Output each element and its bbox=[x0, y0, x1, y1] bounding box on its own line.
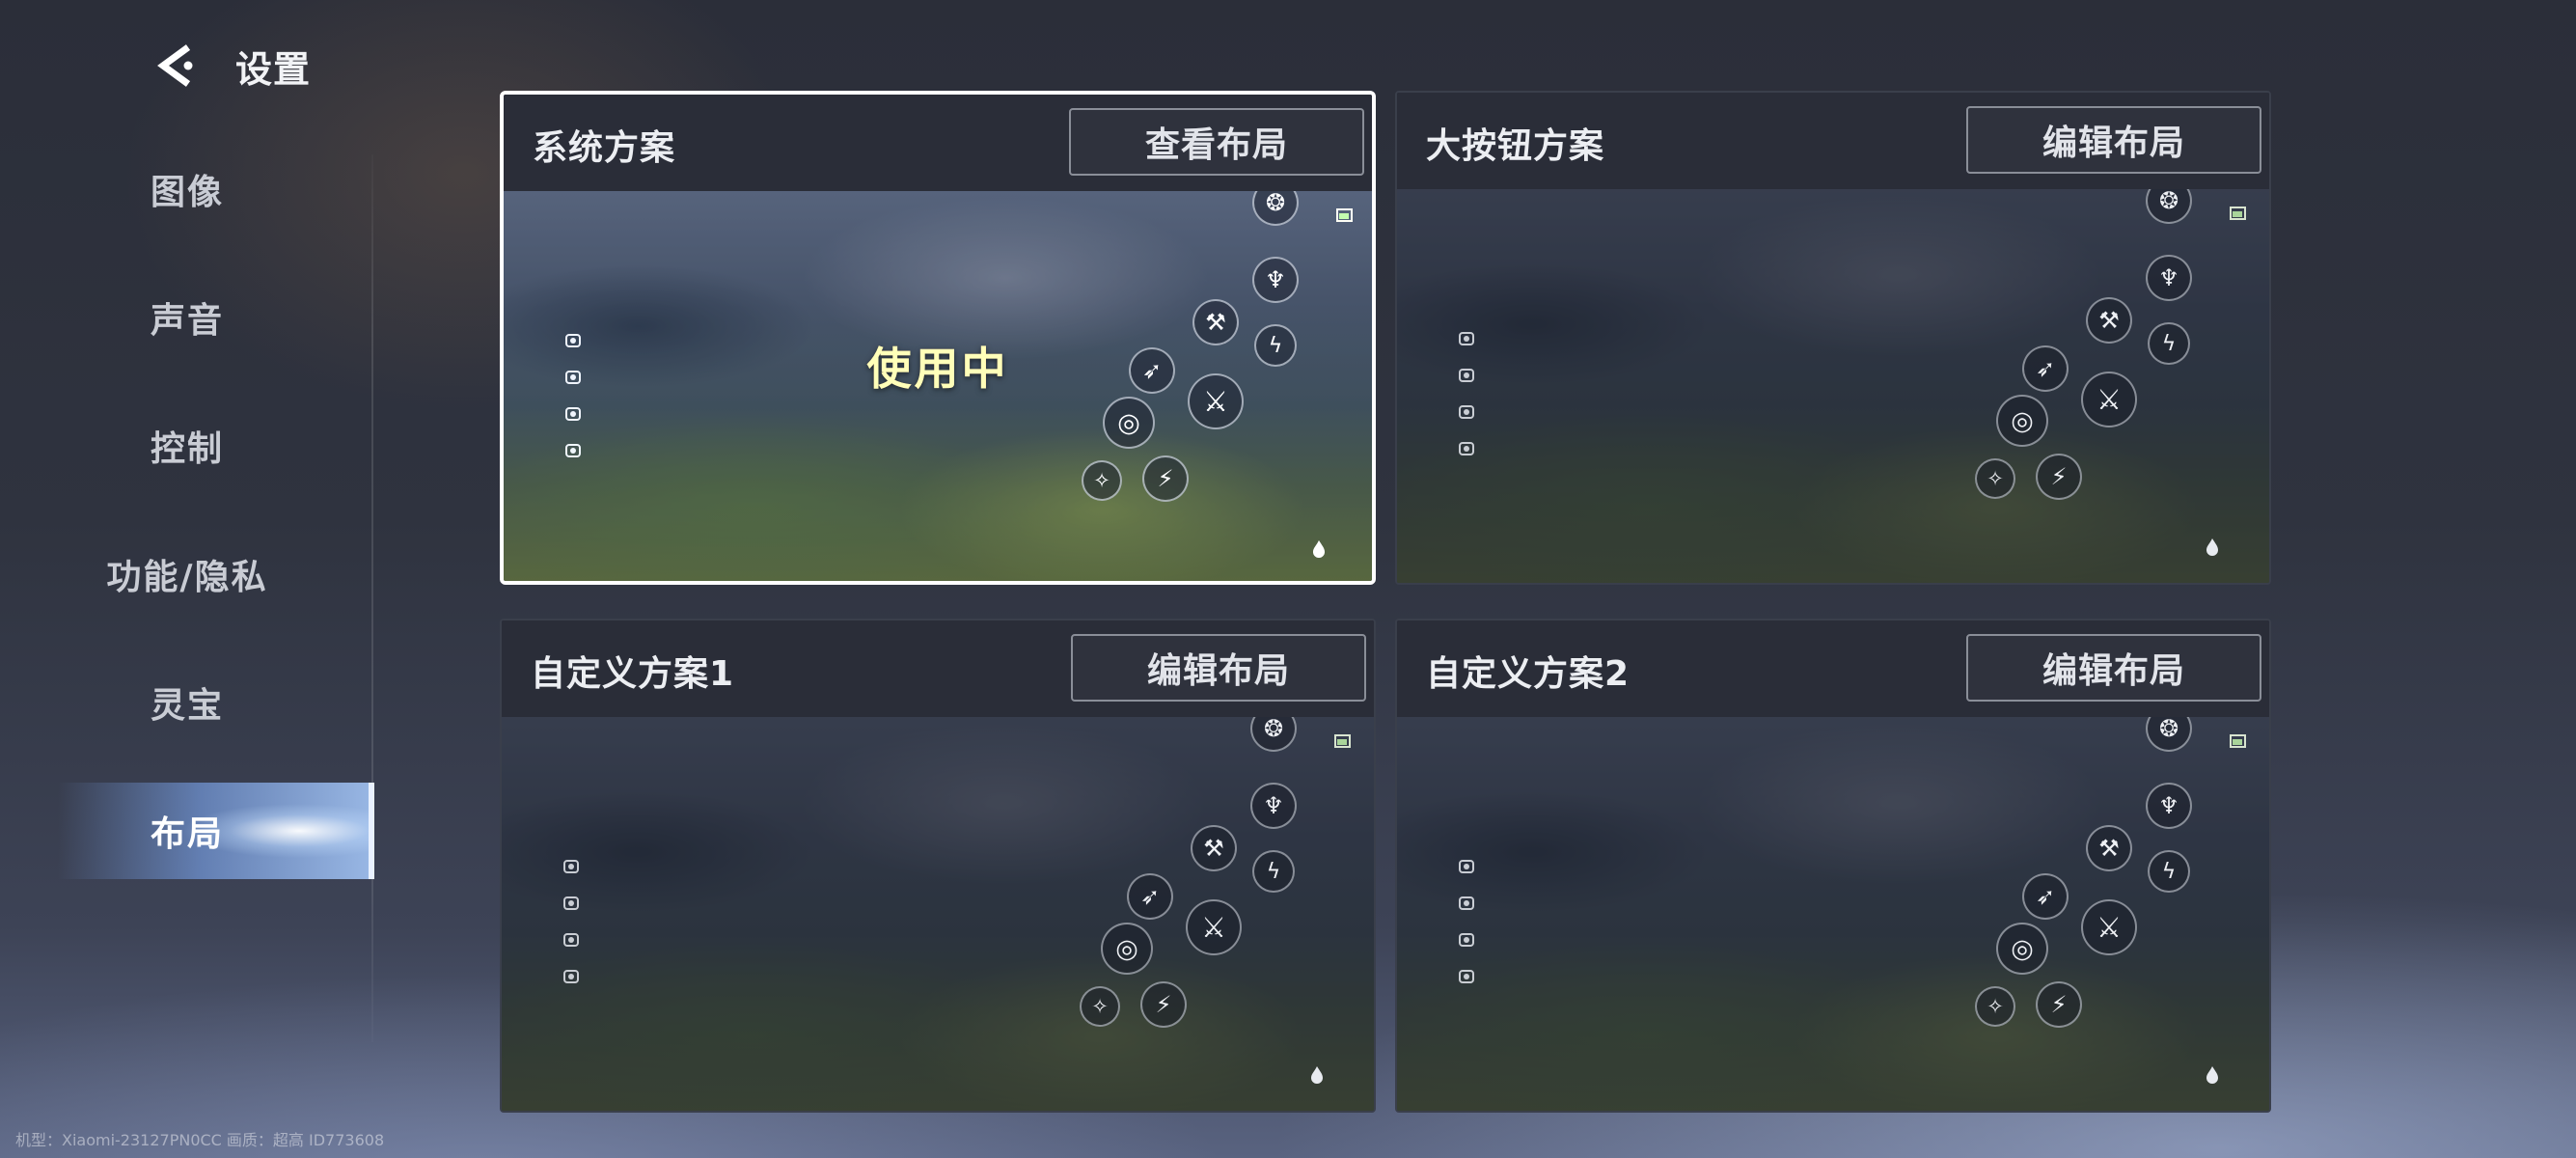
ring-skill-icon: ◎ bbox=[1996, 395, 2048, 447]
pencil-icon bbox=[1457, 329, 1476, 348]
sidebar-item-lingbao[interactable]: 灵宝 bbox=[0, 656, 374, 749]
device-info: 机型：Xiaomi-23127PN0CC 画质：超高 ID773608 bbox=[15, 1131, 385, 1149]
edit-layout-button[interactable]: 编辑布局 bbox=[1966, 106, 2261, 174]
camera-icon bbox=[562, 967, 581, 986]
sidebar-item-label: 灵宝 bbox=[150, 686, 224, 726]
sidebar-item-label: 布局 bbox=[150, 814, 224, 854]
bag-icon bbox=[1457, 930, 1476, 950]
dash-skill-icon: ϟ bbox=[2148, 322, 2190, 365]
wings-skill-icon: ✧ bbox=[1082, 460, 1122, 501]
trident-skill-icon: ♆ bbox=[1250, 783, 1297, 829]
trident-skill-icon: ♆ bbox=[2146, 255, 2192, 301]
sidebar-item-label: 控制 bbox=[150, 429, 224, 469]
layout-preview: ❂ ♆ ⚒ ϟ ➶ ⚔ ◎ ✧ ⚡ bbox=[1397, 717, 2269, 1111]
ring-skill-icon: ◎ bbox=[1996, 923, 2048, 975]
eye-icon bbox=[562, 894, 581, 913]
kick-skill-icon: ⚡ bbox=[1140, 981, 1187, 1028]
hammer-skill-icon: ⚒ bbox=[2086, 825, 2132, 871]
eye-icon bbox=[1457, 894, 1476, 913]
camera-icon bbox=[1457, 967, 1476, 986]
card-title: 系统方案 bbox=[533, 128, 676, 168]
sidebar-item-control[interactable]: 控制 bbox=[0, 400, 374, 492]
flame-icon bbox=[1306, 1064, 1328, 1086]
card-header: 系统方案 查看布局 bbox=[504, 95, 1372, 191]
arrow-skill-icon: ➶ bbox=[1127, 873, 1173, 920]
kick-skill-icon: ⚡ bbox=[2036, 981, 2082, 1028]
dash-skill-icon: ϟ bbox=[1252, 850, 1295, 893]
layout-card-custom-2[interactable]: 自定义方案2 编辑布局 ❂ ♆ ⚒ ϟ ➶ ⚔ ◎ ✧ ⚡ bbox=[1395, 619, 2271, 1113]
camera-icon bbox=[1457, 439, 1476, 458]
battery-icon bbox=[2229, 732, 2248, 750]
swirl-skill-icon: ❂ bbox=[2146, 717, 2192, 752]
sword-skill-icon: ⚔ bbox=[1186, 899, 1242, 955]
battery-icon bbox=[2229, 205, 2248, 222]
sidebar-item-sound[interactable]: 声音 bbox=[0, 271, 374, 364]
hammer-skill-icon: ⚒ bbox=[1191, 825, 1237, 871]
back-arrow-icon bbox=[157, 44, 193, 87]
layout-card-system[interactable]: 系统方案 查看布局 使用中 ❂ ♆ ⚒ ϟ ➶ ⚔ ◎ ✧ ⚡ bbox=[500, 91, 1376, 585]
header: 设置 bbox=[152, 37, 311, 95]
layout-preview: ❂ ♆ ⚒ ϟ ➶ ⚔ ◎ ✧ ⚡ bbox=[502, 717, 1374, 1111]
swirl-skill-icon: ❂ bbox=[1250, 717, 1297, 752]
kick-skill-icon: ⚡ bbox=[2036, 454, 2082, 500]
wings-skill-icon: ✧ bbox=[1080, 986, 1120, 1027]
ring-skill-icon: ◎ bbox=[1103, 397, 1155, 449]
ring-skill-icon: ◎ bbox=[1101, 923, 1153, 975]
trident-skill-icon: ♆ bbox=[2146, 783, 2192, 829]
view-layout-button[interactable]: 查看布局 bbox=[1069, 108, 1364, 176]
pencil-icon bbox=[1457, 857, 1476, 876]
arrow-skill-icon: ➶ bbox=[2022, 873, 2069, 920]
card-header: 自定义方案2 编辑布局 bbox=[1397, 620, 2269, 717]
hammer-skill-icon: ⚒ bbox=[2086, 297, 2132, 344]
sidebar-item-layout[interactable]: 布局 bbox=[0, 783, 374, 879]
page-title: 设置 bbox=[235, 47, 312, 91]
flame-icon bbox=[2202, 537, 2223, 558]
layout-preview: 使用中 ❂ ♆ ⚒ ϟ ➶ ⚔ ◎ ✧ ⚡ bbox=[504, 191, 1372, 581]
card-header: 大按钮方案 编辑布局 bbox=[1397, 93, 2269, 189]
edit-layout-button[interactable]: 编辑布局 bbox=[1966, 634, 2261, 702]
edit-layout-button[interactable]: 编辑布局 bbox=[1071, 634, 1366, 702]
eye-icon bbox=[1457, 366, 1476, 385]
sword-skill-icon: ⚔ bbox=[2081, 372, 2137, 427]
swirl-skill-icon: ❂ bbox=[2146, 189, 2192, 224]
camera-icon bbox=[563, 441, 583, 460]
flame-icon bbox=[1308, 538, 1329, 560]
card-title: 自定义方案1 bbox=[531, 654, 735, 694]
arrow-skill-icon: ➶ bbox=[2022, 345, 2069, 392]
bag-icon bbox=[1457, 402, 1476, 422]
bag-icon bbox=[563, 404, 583, 424]
back-button[interactable] bbox=[152, 41, 203, 91]
layout-card-big-buttons[interactable]: 大按钮方案 编辑布局 ❂ ♆ ⚒ ϟ ➶ ⚔ ◎ ✧ ⚡ bbox=[1395, 91, 2271, 585]
layout-card-custom-1[interactable]: 自定义方案1 编辑布局 ❂ ♆ ⚒ ϟ ➶ ⚔ ◎ ✧ ⚡ bbox=[500, 619, 1376, 1113]
sidebar-item-graphics[interactable]: 图像 bbox=[0, 143, 374, 235]
wings-skill-icon: ✧ bbox=[1975, 458, 2015, 499]
battery-icon bbox=[1335, 207, 1355, 224]
battery-icon bbox=[1333, 732, 1353, 750]
flame-icon bbox=[2202, 1064, 2223, 1086]
sidebar-item-label: 图像 bbox=[150, 173, 224, 212]
sidebar-item-label: 功能/隐私 bbox=[106, 558, 268, 597]
card-title: 自定义方案2 bbox=[1426, 654, 1631, 694]
dash-skill-icon: ϟ bbox=[2148, 850, 2190, 893]
swirl-skill-icon: ❂ bbox=[1252, 191, 1299, 226]
sidebar-item-features-privacy[interactable]: 功能/隐私 bbox=[0, 528, 374, 620]
sword-skill-icon: ⚔ bbox=[2081, 899, 2137, 955]
card-header: 自定义方案1 编辑布局 bbox=[502, 620, 1374, 717]
trident-skill-icon: ♆ bbox=[1252, 257, 1299, 303]
wings-skill-icon: ✧ bbox=[1975, 986, 2015, 1027]
pencil-icon bbox=[562, 857, 581, 876]
bag-icon bbox=[562, 930, 581, 950]
sidebar: 图像 声音 控制 功能/隐私 灵宝 布局 bbox=[0, 143, 374, 1108]
in-use-label: 使用中 bbox=[866, 343, 1009, 395]
card-title: 大按钮方案 bbox=[1426, 126, 1605, 166]
sidebar-item-label: 声音 bbox=[150, 301, 224, 341]
kick-skill-icon: ⚡ bbox=[1142, 455, 1189, 502]
layout-preview: ❂ ♆ ⚒ ϟ ➶ ⚔ ◎ ✧ ⚡ bbox=[1397, 189, 2269, 583]
